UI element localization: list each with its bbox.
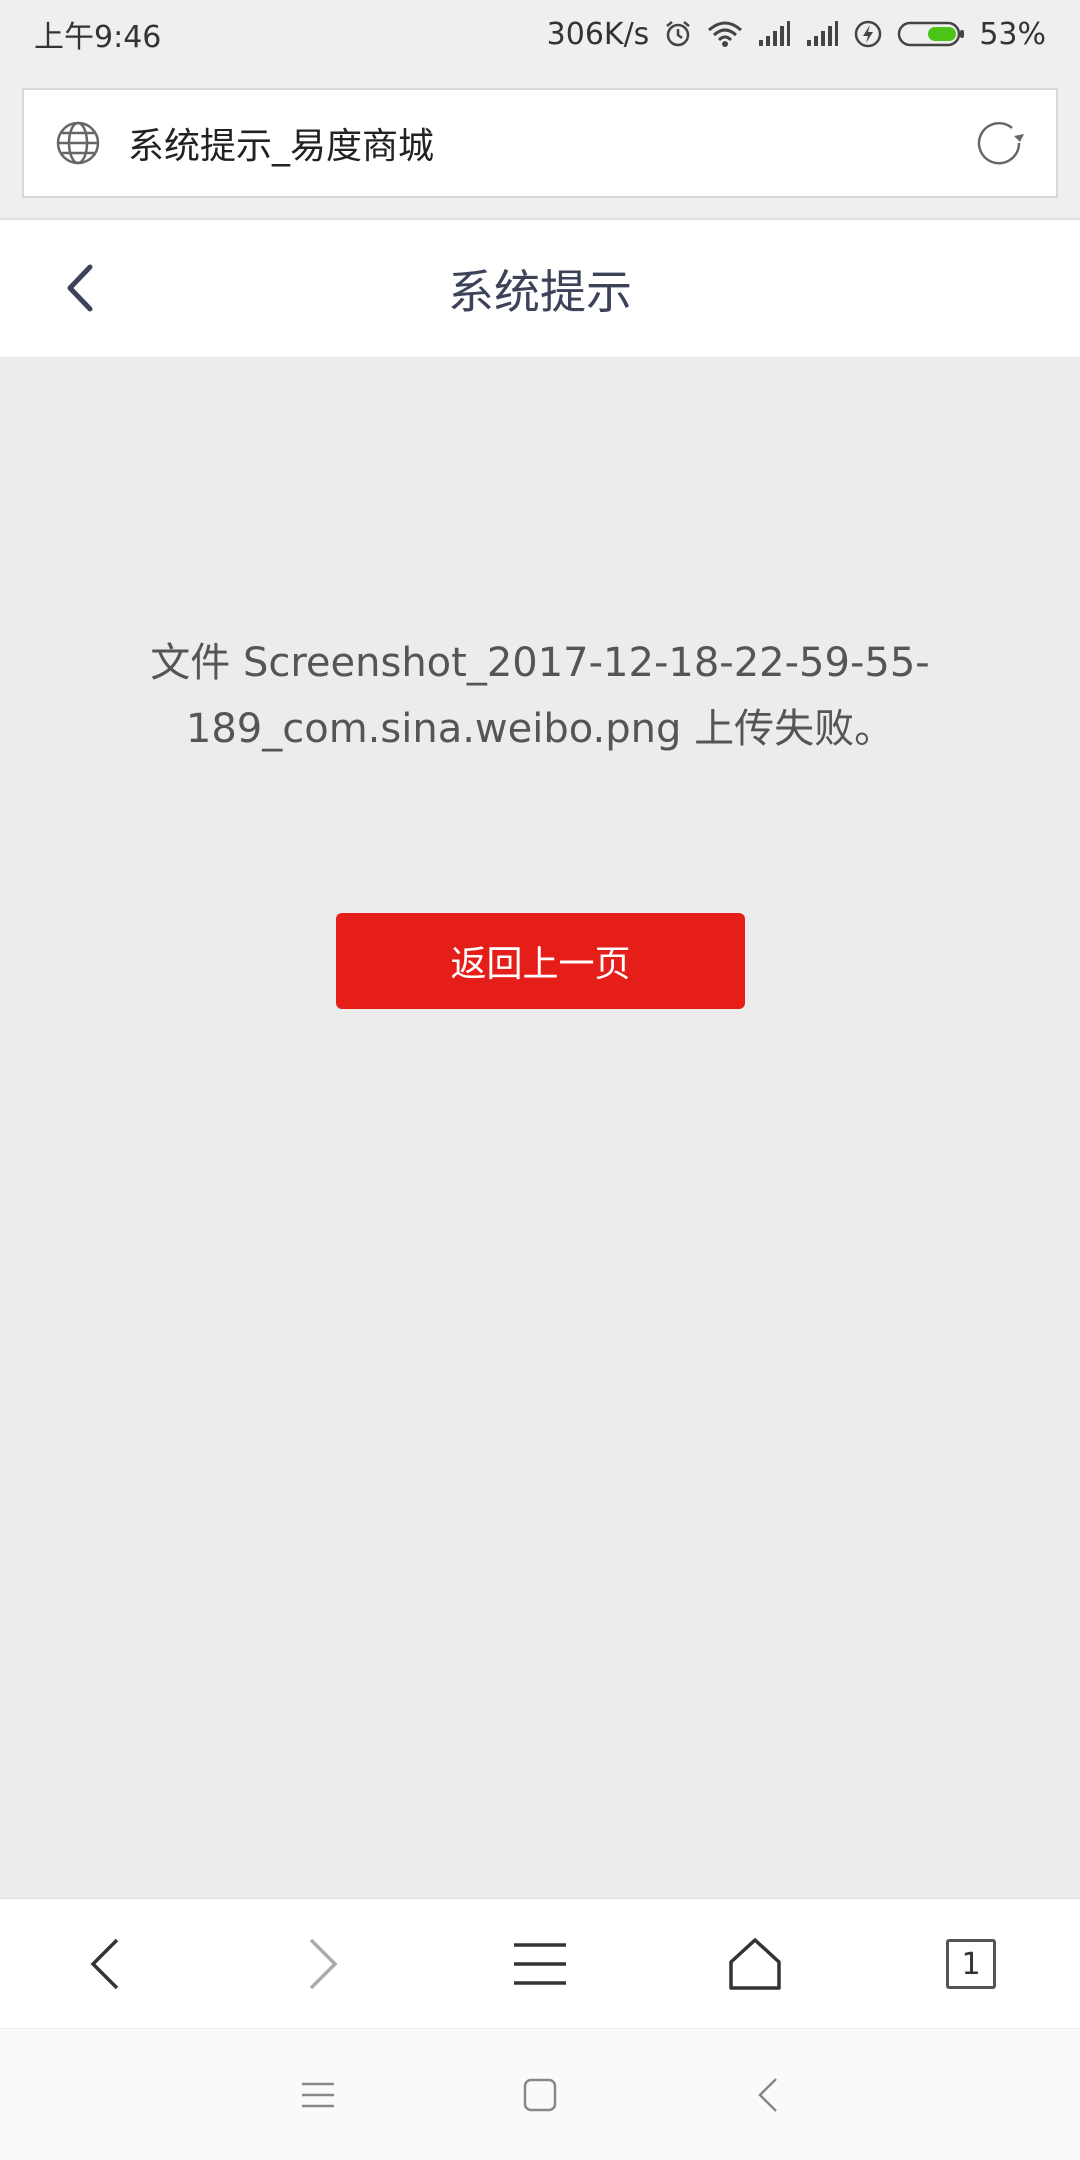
tabs-button[interactable]: 1 [926,1919,1016,2009]
return-button[interactable]: 返回上一页 [336,913,745,1009]
chevron-left-icon [90,1938,119,1990]
signal-icon [757,20,791,48]
refresh-icon[interactable] [972,116,1026,170]
status-time: 上午9:46 [34,20,162,55]
back-button[interactable] [50,258,110,318]
recent-apps-button[interactable] [288,2065,348,2125]
menu-icon [514,1943,566,1985]
system-nav-bar [0,2028,1080,2160]
wifi-icon [707,20,743,48]
network-speed: 306K/s [546,16,650,52]
system-home-button[interactable] [510,2065,570,2125]
browser-toolbar: 1 [0,1898,1080,2028]
header-title: 系统提示 [448,264,632,319]
browser-address-area: 系统提示_易度商城 [0,68,1080,220]
browser-back-button[interactable] [60,1919,150,2009]
browser-home-button[interactable] [710,1919,800,2009]
status-icons: 306K/s 53% [547,17,1046,52]
battery-icon [897,20,965,48]
tab-count: 1 [946,1939,996,1989]
address-bar[interactable]: 系统提示_易度商城 [22,88,1058,198]
chevron-left-icon [758,2078,777,2112]
error-message: 文件 Screenshot_2017-12-18-22-59-55-189_co… [150,640,930,752]
content-area: 文件 Screenshot_2017-12-18-22-59-55-189_co… [0,358,1080,1898]
alarm-icon [663,19,693,49]
battery-percent: 53% [979,16,1046,52]
home-icon [729,1938,781,1990]
square-icon [523,2078,557,2112]
system-back-button[interactable] [738,2065,798,2125]
app-header: 系统提示 [0,220,1080,358]
status-bar: 上午9:46 306K/s 53% [0,0,1080,68]
browser-menu-button[interactable] [495,1919,585,2009]
chevron-right-icon [309,1938,338,1990]
charging-icon [853,19,883,49]
menu-icon [302,2082,334,2108]
page-title[interactable]: 系统提示_易度商城 [128,117,972,169]
globe-icon [54,119,102,167]
chevron-left-icon [67,264,93,312]
browser-forward-button[interactable] [278,1919,368,2009]
signal-icon [805,20,839,48]
